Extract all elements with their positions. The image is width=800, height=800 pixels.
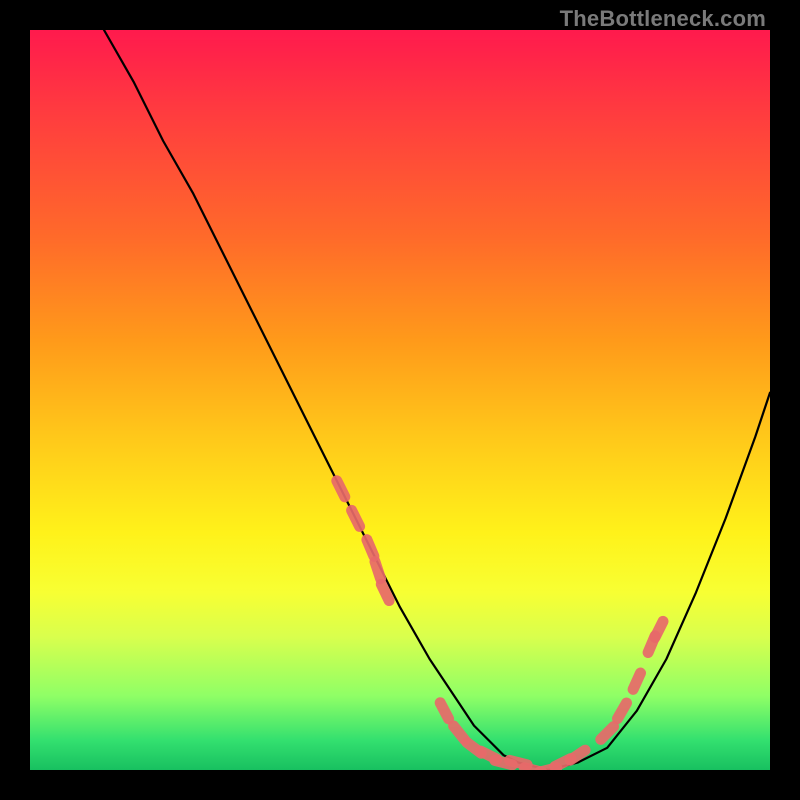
highlight-markers	[337, 481, 663, 770]
bottleneck-curve	[104, 30, 770, 770]
chart-frame	[30, 30, 770, 770]
watermark-text: TheBottleneck.com	[560, 6, 766, 32]
chart-svg	[30, 30, 770, 770]
